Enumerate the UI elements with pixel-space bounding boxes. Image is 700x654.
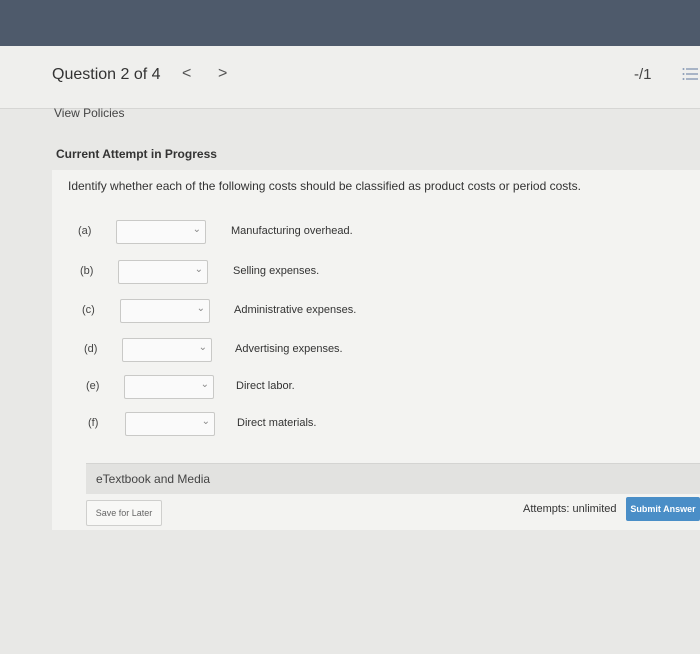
score: -/1 [634, 66, 652, 83]
question-header: Question 2 of 4 < > -/1 [0, 46, 700, 109]
classification-select-a[interactable]: ⌄ [116, 220, 206, 244]
prev-question-button[interactable]: < [182, 65, 191, 83]
classification-select-c[interactable]: ⌄ [120, 299, 210, 323]
item-label: (c) [82, 304, 95, 316]
classification-select-e[interactable]: ⌄ [124, 375, 214, 399]
save-for-later-button[interactable]: Save for Later [86, 500, 162, 526]
item-description: Selling expenses. [233, 265, 320, 277]
question-title: Question 2 of 4 [52, 66, 161, 83]
etextbook-media-bar[interactable]: eTextbook and Media [86, 463, 700, 494]
chevron-down-icon: ⌄ [192, 224, 201, 235]
chevron-down-icon: ⌄ [194, 264, 203, 275]
classification-select-f[interactable]: ⌄ [125, 412, 215, 436]
chevron-down-icon: ⌄ [198, 342, 207, 353]
attempts-text: Attempts: unlimited [523, 503, 617, 515]
next-question-button[interactable]: > [218, 65, 227, 83]
item-description: Advertising expenses. [235, 343, 343, 355]
classification-select-b[interactable]: ⌄ [118, 260, 208, 284]
item-description: Direct materials. [237, 417, 317, 429]
etextbook-label: eTextbook and Media [96, 472, 211, 486]
chevron-down-icon: ⌄ [200, 379, 209, 390]
item-label: (e) [86, 380, 100, 392]
browser-top-bar [0, 0, 700, 46]
item-description: Administrative expenses. [234, 304, 357, 316]
view-policies-link[interactable]: View Policies [54, 106, 124, 120]
item-label: (d) [84, 343, 98, 355]
submit-answer-button[interactable]: Submit Answer [626, 497, 700, 521]
item-description: Direct labor. [236, 380, 295, 392]
list-icon[interactable] [682, 66, 698, 82]
attempt-title: Current Attempt in Progress [56, 147, 217, 161]
item-label: (a) [78, 225, 92, 237]
classification-select-d[interactable]: ⌄ [122, 338, 212, 362]
chevron-down-icon: ⌄ [196, 303, 205, 314]
item-label: (f) [88, 417, 99, 429]
chevron-down-icon: ⌄ [201, 416, 210, 427]
instruction-text: Identify whether each of the following c… [68, 179, 581, 193]
item-description: Manufacturing overhead. [231, 225, 353, 237]
item-label: (b) [80, 265, 94, 277]
